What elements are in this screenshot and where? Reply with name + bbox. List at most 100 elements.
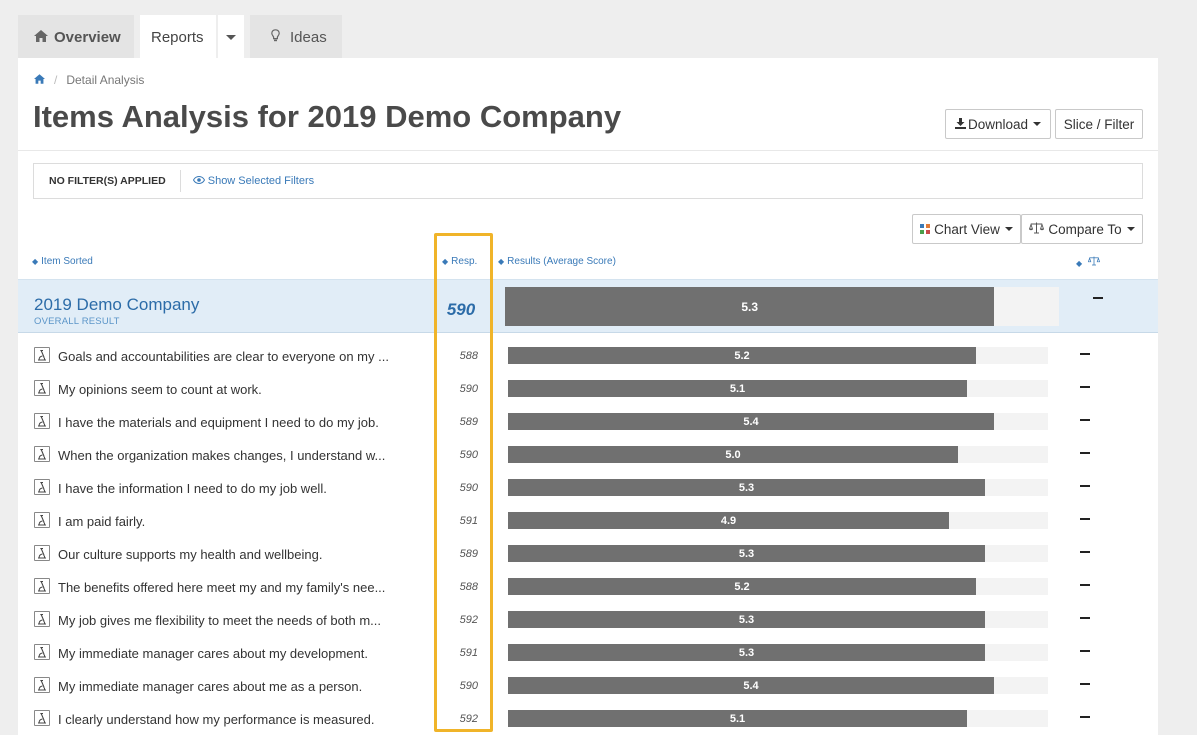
column-header-results-label: Results (Average Score) (507, 256, 616, 267)
item-compare-value (1080, 353, 1090, 355)
download-icon (954, 117, 966, 132)
tab-overview[interactable]: Overview (18, 15, 134, 59)
item-compare-value (1080, 584, 1090, 586)
item-score-bar-track: 5.2 (508, 578, 1048, 595)
item-label: I clearly understand how my performance … (58, 712, 375, 727)
item-compare-value (1080, 551, 1090, 553)
item-score-bar: 5.4 (508, 677, 994, 694)
breadcrumb: / Detail Analysis (34, 73, 144, 87)
microscope-icon[interactable] (34, 380, 50, 396)
column-header-resp[interactable]: ◆ Resp. (442, 256, 477, 267)
microscope-icon[interactable] (34, 545, 50, 561)
item-score-bar-track: 5.3 (508, 479, 1048, 496)
item-response-count: 590 (459, 383, 478, 395)
microscope-icon[interactable] (34, 710, 50, 726)
show-selected-filters-link[interactable]: Show Selected Filters (181, 175, 314, 187)
item-row: The benefits offered here meet my and my… (18, 574, 1158, 607)
microscope-icon[interactable] (34, 446, 50, 462)
microscope-icon[interactable] (34, 347, 50, 363)
item-row: My opinions seem to count at work. 590 5… (18, 376, 1158, 409)
item-compare-value (1080, 716, 1090, 718)
item-row: My immediate manager cares about me as a… (18, 673, 1158, 706)
download-button-label: Download (967, 116, 1029, 132)
item-label: My opinions seem to count at work. (58, 382, 262, 397)
compare-to-label: Compare To (1048, 221, 1122, 237)
filter-status: NO FILTER(S) APPLIED (34, 170, 181, 192)
caret-down-icon (226, 34, 236, 40)
tab-ideas[interactable]: Ideas (250, 15, 342, 59)
caret-down-icon (1126, 227, 1135, 231)
item-row: My job gives me flexibility to meet the … (18, 607, 1158, 640)
item-compare-value (1080, 518, 1090, 520)
overall-company-name[interactable]: 2019 Demo Company (34, 295, 199, 315)
balance-scale-icon (1085, 256, 1101, 269)
microscope-icon[interactable] (34, 578, 50, 594)
lightbulb-icon (271, 29, 280, 45)
header-divider (18, 150, 1158, 151)
item-row: I have the information I need to do my j… (18, 475, 1158, 508)
item-response-count: 589 (459, 548, 478, 560)
item-score-bar-track: 5.2 (508, 347, 1048, 364)
column-header-results[interactable]: ◆ Results (Average Score) (498, 256, 616, 267)
microscope-icon[interactable] (34, 413, 50, 429)
overall-response-count: 590 (446, 300, 476, 319)
column-header-compare[interactable]: ◆ (1076, 256, 1101, 269)
home-icon (34, 29, 48, 45)
column-header-resp-label: Resp. (451, 256, 478, 267)
item-label: I am paid fairly. (58, 514, 146, 529)
item-compare-value (1080, 485, 1090, 487)
item-score-bar-track: 5.3 (508, 644, 1048, 661)
reports-dropdown-button[interactable] (218, 15, 244, 59)
item-compare-value (1080, 683, 1090, 685)
item-score-bar: 5.3 (508, 644, 985, 661)
item-row: Goals and accountabilities are clear to … (18, 343, 1158, 376)
tab-reports-label: Reports (151, 28, 204, 46)
item-response-count: 590 (459, 482, 478, 494)
chart-view-label: Chart View (934, 221, 1000, 237)
item-response-count: 589 (459, 416, 478, 428)
show-selected-filters-label: Show Selected Filters (207, 175, 315, 187)
overall-result-row: 2019 Demo Company OVERALL RESULT 590 5.3 (18, 279, 1158, 333)
item-row: Our culture supports my health and wellb… (18, 541, 1158, 574)
item-response-count: 588 (459, 350, 478, 362)
item-response-count: 591 (459, 515, 478, 527)
item-score-bar: 5.2 (508, 347, 976, 364)
item-response-count: 591 (459, 647, 478, 659)
item-score-bar: 5.3 (508, 611, 985, 628)
eye-icon (192, 175, 208, 187)
tab-reports[interactable]: Reports (140, 15, 216, 59)
slice-filter-button[interactable]: Slice / Filter (1055, 109, 1143, 139)
item-score-bar-track: 5.4 (508, 413, 1048, 430)
caret-down-icon (1004, 227, 1013, 231)
microscope-icon[interactable] (34, 677, 50, 693)
item-score-bar-track: 5.0 (508, 446, 1048, 463)
column-header-item-label: Item Sorted (41, 256, 93, 267)
home-icon[interactable] (34, 73, 45, 87)
item-row: My immediate manager cares about my deve… (18, 640, 1158, 673)
compare-to-button[interactable]: Compare To (1021, 214, 1143, 244)
tab-ideas-label: Ideas (290, 28, 327, 46)
item-score-bar-track: 5.1 (508, 380, 1048, 397)
item-response-count: 588 (459, 581, 478, 593)
item-response-count: 592 (459, 713, 478, 725)
microscope-icon[interactable] (34, 479, 50, 495)
item-score-bar: 5.1 (508, 380, 967, 397)
column-header-item[interactable]: ◆ Item Sorted (32, 256, 93, 267)
balance-scale-icon (1029, 222, 1045, 237)
item-label: Goals and accountabilities are clear to … (58, 349, 389, 364)
item-compare-value (1080, 617, 1090, 619)
chart-view-button[interactable]: Chart View (912, 214, 1021, 244)
item-score-bar-track: 4.9 (508, 512, 1048, 529)
download-button[interactable]: Download (945, 109, 1051, 139)
page-title: Items Analysis for 2019 Demo Company (33, 99, 622, 134)
microscope-icon[interactable] (34, 512, 50, 528)
overall-result-label: OVERALL RESULT (34, 316, 120, 327)
item-row: I have the materials and equipment I nee… (18, 409, 1158, 442)
item-score-bar: 4.9 (508, 512, 949, 529)
item-label: When the organization makes changes, I u… (58, 448, 386, 463)
microscope-icon[interactable] (34, 644, 50, 660)
item-score-bar-track: 5.3 (508, 611, 1048, 628)
microscope-icon[interactable] (34, 611, 50, 627)
item-label: My immediate manager cares about me as a… (58, 679, 363, 694)
breadcrumb-current: Detail Analysis (66, 73, 145, 87)
